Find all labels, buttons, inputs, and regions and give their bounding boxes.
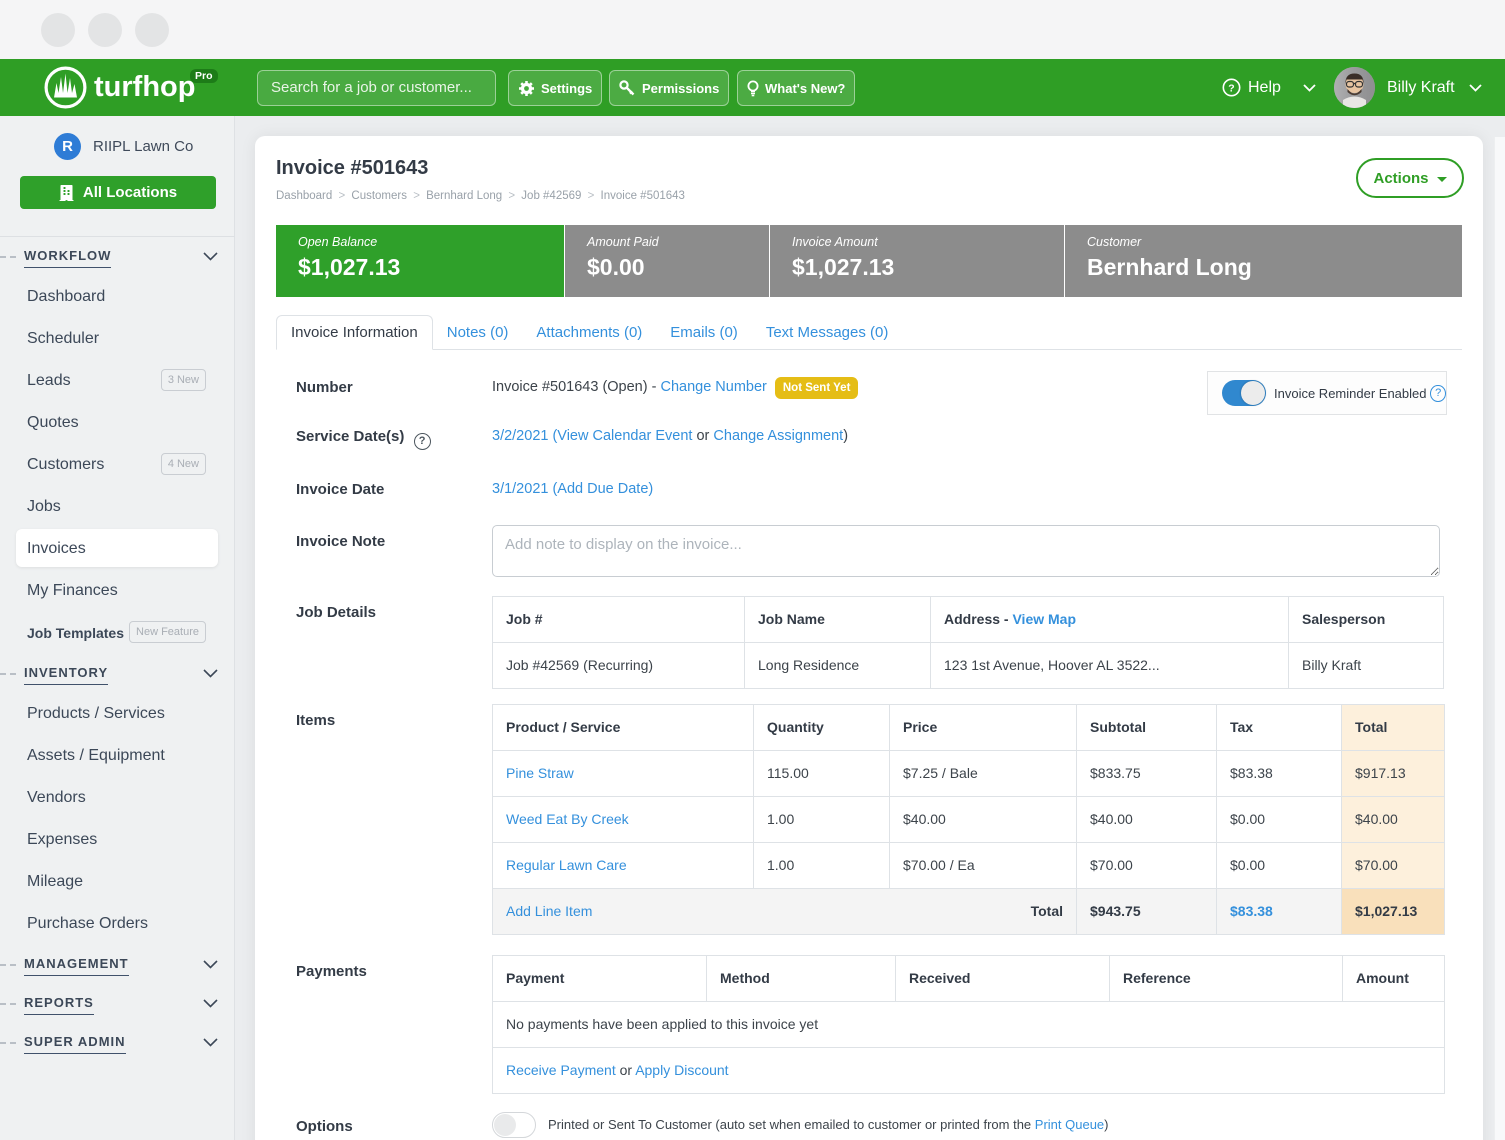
svg-text:?: ? xyxy=(1228,83,1234,94)
